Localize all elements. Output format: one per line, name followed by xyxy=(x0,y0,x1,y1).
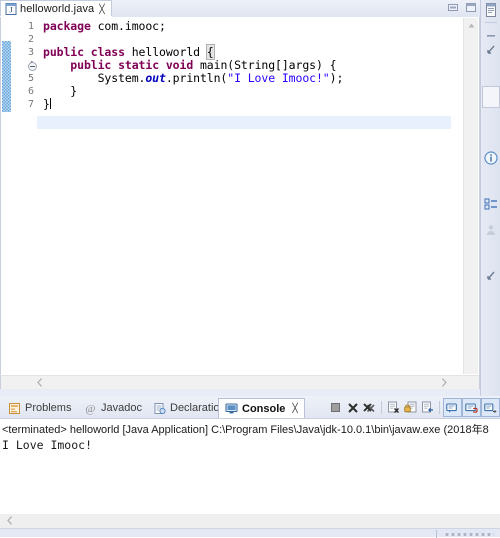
tab-console[interactable]: Console ╳ xyxy=(218,398,305,418)
line-number: 1 xyxy=(27,21,34,32)
line-number: 2 xyxy=(27,34,34,45)
java-file-icon: J xyxy=(5,3,17,15)
package-explorer-icon[interactable] xyxy=(483,2,499,18)
right-fast-view-bar xyxy=(480,0,500,396)
restore-arrow-icon[interactable] xyxy=(483,42,499,58)
svg-text:@: @ xyxy=(85,403,95,415)
code-text-area[interactable]: package com.imooc; public class hellowor… xyxy=(37,17,451,375)
word-wrap-button[interactable] xyxy=(419,399,436,416)
line-number: 3 xyxy=(27,47,34,58)
code-editor[interactable]: 1 2 3 4 5 6 7 package com.imooc; public … xyxy=(0,17,480,375)
fold-collapse-icon[interactable] xyxy=(28,62,37,71)
console-output-area[interactable]: <terminated> helloworld [Java Applicatio… xyxy=(0,418,500,520)
open-console-button[interactable] xyxy=(481,398,500,417)
clear-console-button[interactable] xyxy=(385,399,402,416)
outline-icon[interactable] xyxy=(483,196,499,212)
scroll-up-arrow-icon[interactable] xyxy=(464,18,478,32)
declaration-icon xyxy=(153,402,166,415)
minimize-dash-icon[interactable] xyxy=(483,26,499,42)
fastview-divider xyxy=(485,22,497,23)
tab-problems[interactable]: Problems xyxy=(2,398,77,418)
remove-all-terminated-button[interactable] xyxy=(361,399,378,416)
console-toolbar xyxy=(327,398,500,417)
scroll-left-arrow-icon[interactable] xyxy=(33,376,47,389)
editor-tab-bar: J helloworld.java ╳ xyxy=(0,0,480,18)
minimize-button[interactable] xyxy=(447,2,459,13)
code-line-5: System.out.println("I Love Imooc!"); xyxy=(43,71,344,85)
scroll-right-arrow-icon[interactable] xyxy=(437,376,451,389)
tab-javadoc[interactable]: @ Javadoc xyxy=(78,398,148,418)
tab-label: Javadoc xyxy=(101,402,142,414)
scroll-left-arrow-icon[interactable] xyxy=(3,514,16,527)
editor-tab-bar-empty-area xyxy=(112,0,480,18)
svg-text:J: J xyxy=(9,6,12,15)
editor-horizontal-scrollbar[interactable] xyxy=(0,375,480,389)
close-icon[interactable]: ╳ xyxy=(292,403,297,414)
console-icon xyxy=(225,402,238,415)
console-part: Problems @ Javadoc Declaration Console ╳… xyxy=(0,396,500,520)
editor-vertical-scrollbar[interactable] xyxy=(463,18,478,374)
close-icon[interactable]: ╳ xyxy=(99,4,104,14)
javadoc-at-icon: @ xyxy=(84,402,97,415)
status-bar-indicators xyxy=(444,532,494,537)
maximize-button[interactable] xyxy=(465,2,477,13)
console-horizontal-scrollbar[interactable] xyxy=(0,514,500,528)
empty-box-icon[interactable] xyxy=(482,86,500,108)
editor-tab-helloworld[interactable]: J helloworld.java ╳ xyxy=(0,0,112,17)
terminate-button[interactable] xyxy=(327,399,344,416)
code-line-1: package com.imooc; xyxy=(43,19,166,33)
status-bar xyxy=(0,528,500,538)
scroll-lock-button[interactable] xyxy=(402,399,419,416)
line-number: 7 xyxy=(27,99,34,110)
editor-window-controls xyxy=(447,2,477,13)
console-stdout-line: I Love Imooc! xyxy=(2,438,93,452)
eclipse-ide-window: J helloworld.java ╳ 1 2 3 5 6 7 package … xyxy=(0,0,500,538)
remove-launch-button[interactable] xyxy=(344,399,361,416)
line-number: 5 xyxy=(27,73,34,84)
toolbar-separator xyxy=(439,401,440,414)
tab-label: Console xyxy=(242,402,286,415)
toolbar-separator xyxy=(381,401,382,414)
editor-tab-label: helloworld.java xyxy=(20,3,95,15)
restore-arrow-icon[interactable] xyxy=(483,268,499,284)
code-line-7: } xyxy=(43,97,51,111)
editor-bottom-padding xyxy=(0,389,480,396)
pin-console-button[interactable] xyxy=(443,398,462,417)
person-icon[interactable] xyxy=(483,222,499,238)
console-launch-header: <terminated> helloworld [Java Applicatio… xyxy=(2,424,489,436)
console-tab-bar: Problems @ Javadoc Declaration Console ╳ xyxy=(0,396,500,418)
change-marker-bar xyxy=(2,41,11,112)
editor-part: J helloworld.java ╳ 1 2 3 5 6 7 package … xyxy=(0,0,480,396)
info-circle-icon[interactable] xyxy=(483,150,499,166)
display-selected-console-button[interactable] xyxy=(462,398,481,417)
tab-label: Problems xyxy=(25,402,72,414)
problems-icon xyxy=(8,402,21,415)
line-number: 6 xyxy=(27,86,34,97)
